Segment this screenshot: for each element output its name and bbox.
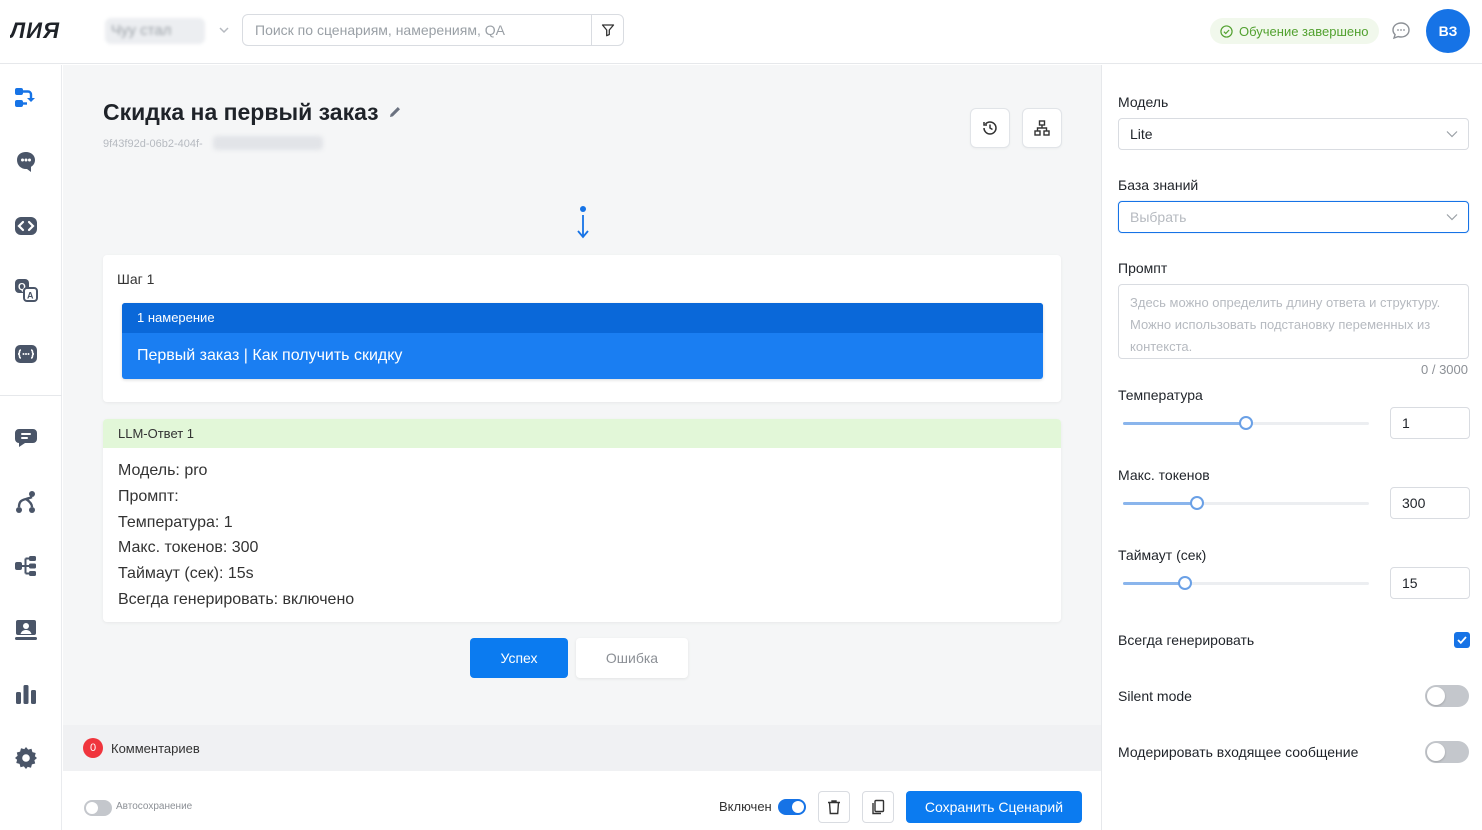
temperature-slider-handle[interactable]	[1239, 416, 1253, 430]
svg-text:A: A	[27, 291, 34, 301]
max-tokens-input[interactable]: 300	[1390, 487, 1470, 519]
qa-translate-icon[interactable]: QA	[11, 275, 41, 305]
chevron-down-icon	[1446, 214, 1458, 221]
model-label: Модель	[1118, 94, 1169, 110]
filter-icon	[601, 24, 614, 37]
flow-icon[interactable]	[11, 487, 41, 517]
code-icon[interactable]	[11, 211, 41, 241]
prompt-char-counter: 0 / 3000	[1421, 362, 1468, 377]
step-label: Шаг 1	[117, 271, 155, 287]
comment-count-badge: 0	[83, 738, 103, 758]
temperature-label: Температура	[1118, 387, 1203, 403]
liya-logo[interactable]: ЛИЯ	[10, 18, 90, 42]
timeout-input[interactable]: 15	[1390, 567, 1470, 599]
page-title: Скидка на первый заказ	[103, 99, 379, 125]
llm-settings-panel: Модель Lite База знаний Выбрать Промпт З…	[1101, 65, 1482, 830]
temperature-slider[interactable]	[1123, 416, 1369, 430]
llm-line-always-generate: Всегда генерировать: включено	[118, 590, 355, 608]
llm-response-body: Модель: pro Промпт: Температура: 1 Макс.…	[103, 448, 1061, 613]
trash-icon	[828, 800, 840, 815]
history-button[interactable]	[970, 108, 1010, 148]
copy-button[interactable]	[862, 791, 894, 823]
chevron-down-icon	[1446, 131, 1458, 138]
top-header: ЛИЯ Чуу стал Обучение завершено ВЗ	[0, 0, 1482, 64]
llm-line-timeout: Таймаут (сек): 15s	[118, 565, 254, 583]
settings-icon[interactable]	[11, 743, 41, 773]
chevron-down-icon[interactable]	[216, 22, 232, 38]
search-input[interactable]	[243, 15, 591, 45]
training-icon[interactable]	[11, 615, 41, 645]
scenario-id: 9f43f92d-06b2-404f-	[103, 138, 203, 150]
silent-mode-label: Silent mode	[1118, 688, 1192, 704]
pencil-icon[interactable]	[388, 105, 402, 119]
training-status-text: Обучение завершено	[1239, 23, 1369, 39]
editor-footer: Автосохранение Включен Сохранить Сценари…	[63, 771, 1101, 830]
max-tokens-slider-handle[interactable]	[1189, 496, 1204, 510]
llm-line-tokens: Макс. токенов: 300	[118, 539, 259, 557]
svg-text:ЛИЯ: ЛИЯ	[10, 18, 60, 42]
save-scenario-button[interactable]: Сохранить Сценарий	[906, 791, 1082, 823]
autosave-label: Автосохранение	[116, 801, 193, 812]
checkmark-icon	[1457, 636, 1467, 644]
chat-history-icon[interactable]	[11, 423, 41, 453]
autosave-toggle[interactable]	[84, 800, 112, 816]
project-name[interactable]: Чуу стал	[105, 18, 205, 44]
llm-line-prompt: Промпт:	[118, 487, 179, 505]
intent-name: Первый заказ | Как получить скидку	[137, 347, 403, 364]
search-box	[242, 14, 624, 46]
timeout-slider[interactable]	[1123, 576, 1369, 590]
hierarchy-icon[interactable]	[11, 551, 41, 581]
silent-mode-switch[interactable]	[1425, 685, 1469, 707]
user-avatar[interactable]: ВЗ	[1426, 9, 1470, 53]
llm-response-card[interactable]: LLM-Ответ 1 Модель: pro Промпт: Температ…	[103, 419, 1061, 622]
model-select[interactable]: Lite	[1118, 118, 1469, 150]
knowledge-base-placeholder: Выбрать	[1130, 209, 1187, 225]
variables-icon[interactable]	[11, 339, 41, 369]
comments-bar[interactable]: 0 Комментариев	[63, 725, 1101, 771]
always-generate-label: Всегда генерировать	[1118, 632, 1255, 648]
timeout-label: Таймаут (сек)	[1118, 547, 1207, 563]
moderate-incoming-label: Модерировать входящее сообщение	[1118, 744, 1359, 760]
llm-response-header: LLM-Ответ 1	[103, 419, 1061, 448]
scenario-id-redacted	[213, 136, 323, 150]
llm-line-temperature: Температура: 1	[118, 513, 233, 531]
flow-arrow-icon	[577, 206, 589, 239]
success-branch-button[interactable]: Успех	[470, 638, 568, 678]
comments-label: Комментариев	[111, 740, 200, 756]
timeout-slider-handle[interactable]	[1177, 576, 1192, 590]
max-tokens-label: Макс. токенов	[1118, 467, 1210, 483]
intent-count: 1 намерение	[122, 303, 1043, 333]
model-select-value: Lite	[1130, 126, 1153, 142]
enabled-label: Включен	[719, 799, 772, 814]
sitemap-icon	[1034, 120, 1050, 136]
scenarios-icon[interactable]	[11, 83, 41, 113]
prompt-label: Промпт	[1118, 260, 1168, 276]
error-branch-button[interactable]: Ошибка	[576, 638, 688, 678]
check-circle-icon	[1220, 24, 1233, 38]
chat-bubble-icon[interactable]	[1390, 20, 1412, 42]
intents-icon[interactable]	[11, 147, 41, 177]
prompt-textarea[interactable]: Здесь можно определить длину ответа и ст…	[1118, 284, 1469, 359]
llm-line-model: Модель: pro	[118, 462, 208, 479]
history-icon	[983, 121, 997, 135]
copy-icon	[872, 799, 885, 815]
enabled-toggle[interactable]	[778, 799, 806, 815]
scenario-editor: Скидка на первый заказ 9f43f92d-06b2-404…	[63, 65, 1101, 830]
knowledge-base-label: База знаний	[1118, 177, 1199, 193]
step-card[interactable]: Шаг 1 1 намерение Первый заказ | Как пол…	[103, 255, 1061, 402]
max-tokens-slider[interactable]	[1123, 496, 1369, 510]
training-status-badge: Обучение завершено	[1210, 18, 1379, 44]
filter-button[interactable]	[591, 15, 623, 45]
always-generate-checkbox[interactable]	[1454, 632, 1470, 648]
sidebar-divider	[0, 395, 62, 396]
moderate-incoming-switch[interactable]	[1425, 741, 1469, 763]
temperature-input[interactable]: 1	[1390, 407, 1470, 439]
knowledge-base-select[interactable]: Выбрать	[1118, 201, 1469, 233]
delete-button[interactable]	[818, 791, 850, 823]
structure-button[interactable]	[1022, 108, 1062, 148]
sidebar: QA	[0, 65, 62, 830]
intent-block[interactable]: 1 намерение Первый заказ | Как получить …	[122, 303, 1043, 379]
analytics-icon[interactable]	[11, 679, 41, 709]
